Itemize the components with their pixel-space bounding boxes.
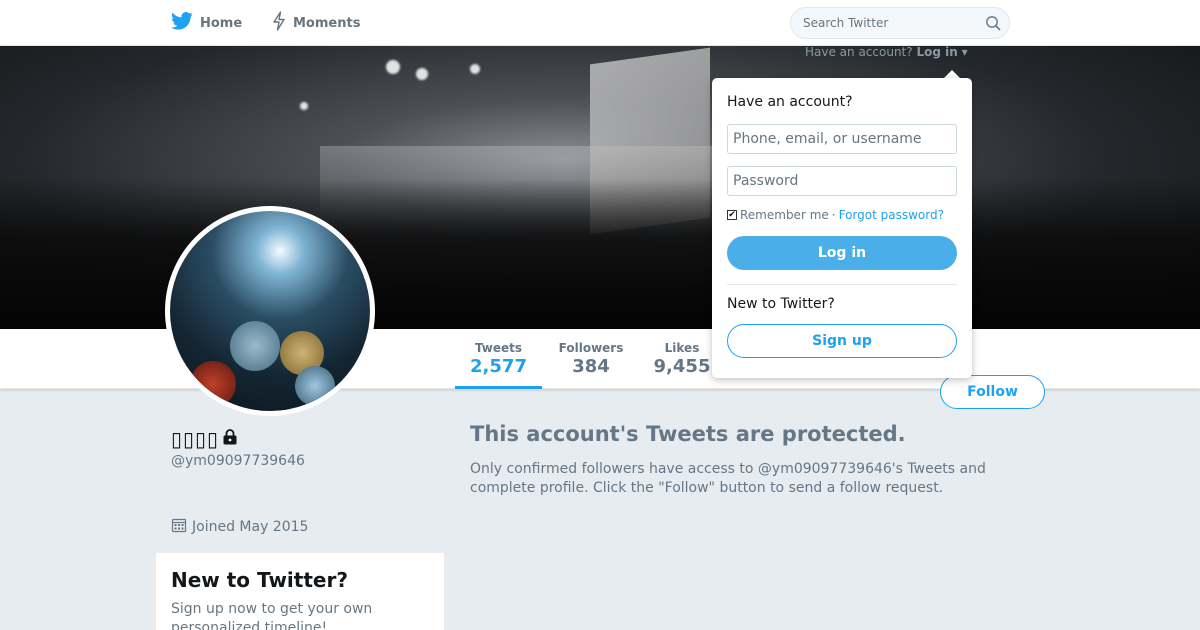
stat-followers[interactable]: Followers 384 — [548, 329, 634, 389]
caret-down-icon: ▾ — [961, 45, 968, 59]
nav-moments-label: Moments — [293, 15, 361, 31]
avatar[interactable] — [165, 206, 375, 416]
login-button[interactable]: Log in — [727, 236, 957, 270]
profile-name-row: ▯▯▯▯ — [171, 427, 239, 451]
calendar-icon — [171, 517, 187, 537]
stat-likes[interactable]: Likes 9,455 — [642, 329, 722, 389]
signup-card-body: Sign up now to get your own personalized… — [171, 601, 373, 630]
login-dropdown: Have an account? ✔ Remember me · Forgot … — [712, 78, 972, 378]
signup-card-title: New to Twitter? — [171, 568, 348, 592]
stat-tweets[interactable]: Tweets 2,577 — [455, 329, 542, 389]
profile-joined-text: Joined May 2015 — [192, 519, 309, 535]
search-icon[interactable] — [985, 15, 1001, 31]
avatar-drum — [295, 366, 335, 406]
stat-followers-value: 384 — [572, 356, 610, 377]
new-to-twitter-text: New to Twitter? — [727, 296, 835, 312]
hero-stage-light — [416, 68, 428, 80]
twitter-bird-icon — [171, 12, 193, 34]
header-login-link[interactable]: Log in — [916, 45, 957, 59]
stat-likes-value: 9,455 — [653, 356, 711, 377]
remember-me-label[interactable]: Remember me — [740, 208, 829, 222]
hero-stage-light — [470, 64, 480, 74]
protected-title: This account's Tweets are protected. — [470, 422, 906, 446]
lightning-bolt-icon — [272, 11, 286, 35]
lock-icon — [221, 428, 239, 450]
nav-home[interactable]: Home — [171, 0, 242, 46]
protected-body: Only confirmed followers have access to … — [470, 461, 986, 496]
profile-handle[interactable]: @ym09097739646 — [171, 453, 305, 469]
hero-stage-light — [300, 102, 308, 110]
remember-separator: · — [831, 208, 836, 222]
nav-home-label: Home — [200, 15, 243, 31]
forgot-password-link[interactable]: Forgot password? — [839, 208, 944, 222]
hero-stage-light — [386, 60, 400, 74]
top-navigation: Home Moments — [0, 0, 1200, 46]
stat-followers-label: Followers — [558, 341, 624, 355]
username-field[interactable] — [727, 124, 957, 154]
profile-display-name[interactable]: ▯▯▯▯ — [171, 427, 219, 451]
remember-row: ✔ Remember me · Forgot password? — [727, 208, 944, 222]
login-dropdown-heading: Have an account? — [727, 94, 853, 110]
password-field[interactable] — [727, 166, 957, 196]
signup-button[interactable]: Sign up — [727, 324, 957, 358]
follow-button[interactable]: Follow — [940, 375, 1045, 409]
have-account-text: Have an account? — [805, 45, 913, 59]
stat-tweets-value: 2,577 — [470, 356, 527, 377]
profile-joined: Joined May 2015 — [171, 517, 308, 537]
search-box — [790, 7, 1010, 39]
stat-tweets-label: Tweets — [474, 341, 523, 355]
dropdown-divider — [727, 284, 957, 285]
remember-me-checkbox[interactable]: ✔ — [727, 210, 737, 220]
signup-card: New to Twitter? Sign up now to get your … — [156, 553, 444, 630]
header-login-prompt[interactable]: Have an account? Log in ▾ — [805, 45, 968, 59]
search-input[interactable] — [803, 16, 971, 30]
avatar-drum — [230, 321, 280, 371]
stat-likes-label: Likes — [664, 341, 700, 355]
avatar-drum — [190, 361, 236, 407]
nav-moments[interactable]: Moments — [272, 0, 360, 46]
